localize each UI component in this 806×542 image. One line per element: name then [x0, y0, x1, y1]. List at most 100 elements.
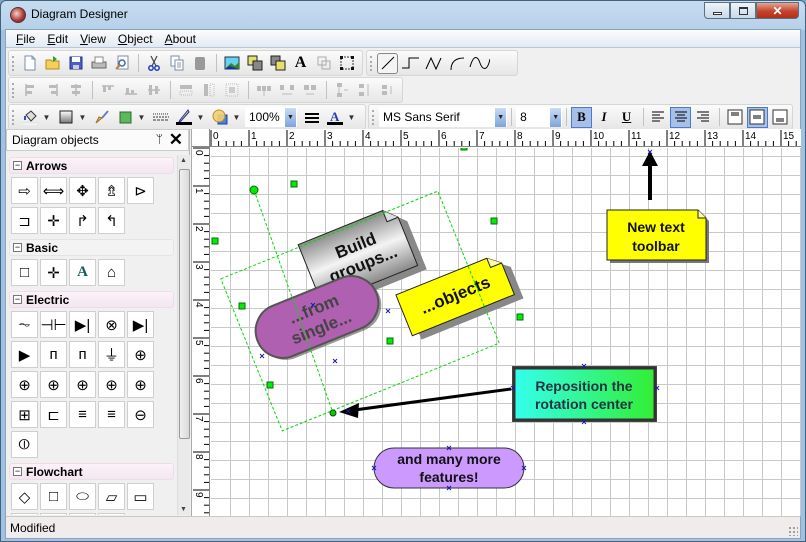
- copy-button[interactable]: [166, 53, 187, 74]
- space-vertical-button[interactable]: [331, 80, 352, 101]
- brush-button[interactable]: [91, 107, 112, 128]
- maximize-button[interactable]: [730, 2, 756, 19]
- line-style-button[interactable]: [150, 107, 171, 128]
- bold-button[interactable]: B: [571, 106, 592, 128]
- font-color-button[interactable]: A: [324, 107, 345, 128]
- palette-item-arrows[interactable]: ✛: [40, 207, 67, 234]
- palette-item-flowchart[interactable]: □: [40, 483, 67, 510]
- palette-item-electric[interactable]: ⏚: [98, 341, 125, 368]
- rotation-center-handle[interactable]: [329, 409, 337, 417]
- palette-item-electric[interactable]: ⦶: [11, 431, 38, 458]
- cut-button[interactable]: [143, 53, 164, 74]
- text-align-right-button[interactable]: [693, 107, 714, 128]
- menu-view[interactable]: View: [74, 30, 112, 47]
- palette-item-electric[interactable]: ⊞: [11, 401, 38, 428]
- text-align-center-button[interactable]: [670, 106, 691, 128]
- palette-item-electric[interactable]: ⊗: [98, 311, 125, 338]
- palette-item-flowchart[interactable]: ◇: [11, 483, 38, 510]
- category-flowchart[interactable]: − Flowchart: [9, 463, 174, 480]
- same-size-button[interactable]: [221, 80, 242, 101]
- space-vertical-increase-button[interactable]: [354, 80, 375, 101]
- font-size-combo[interactable]: 8 ▼: [516, 107, 563, 127]
- same-height-button[interactable]: [198, 80, 219, 101]
- palette-item-electric[interactable]: ⊕: [69, 371, 96, 398]
- palette-item-basic[interactable]: □: [11, 259, 38, 286]
- palette-item-electric[interactable]: ≡: [98, 401, 125, 428]
- palette-item-arrows[interactable]: ↱: [69, 207, 96, 234]
- palette-item-electric[interactable]: ⊕: [11, 371, 38, 398]
- panel-close-icon[interactable]: ✕: [169, 130, 183, 150]
- arrow-to-rotation-center[interactable]: [346, 387, 512, 413]
- menu-about[interactable]: About: [159, 30, 202, 47]
- ungroup-button[interactable]: [313, 53, 334, 74]
- toolbar-grip[interactable]: [12, 56, 14, 71]
- gradient-button[interactable]: [55, 107, 76, 128]
- arc-line-button[interactable]: [446, 53, 467, 74]
- line-color-button[interactable]: [173, 107, 194, 128]
- palette-item-electric[interactable]: ⊕: [98, 371, 125, 398]
- category-basic[interactable]: − Basic: [9, 239, 174, 256]
- palette-item-electric[interactable]: ⊕: [127, 341, 154, 368]
- gradient-dropdown[interactable]: ▼: [78, 113, 87, 122]
- fill-color-button[interactable]: [19, 107, 40, 128]
- palette-item-electric[interactable]: ▶|: [127, 311, 154, 338]
- app-icon[interactable]: [10, 7, 26, 23]
- toolbar-grip[interactable]: [372, 110, 374, 125]
- palette-item-flowchart[interactable]: ◸: [40, 513, 67, 515]
- palette-item-electric[interactable]: ᴨ: [40, 341, 67, 368]
- palette-item-flowchart[interactable]: ⏢: [11, 513, 38, 515]
- shadow-button[interactable]: [114, 107, 135, 128]
- category-electric[interactable]: − Electric: [9, 291, 174, 308]
- many-more-shape[interactable]: and many more features!: [373, 447, 525, 489]
- toolbar-grip[interactable]: [370, 56, 372, 71]
- palette-scrollbar[interactable]: ▲ ▼: [177, 155, 190, 515]
- palette-item-basic[interactable]: ✛: [40, 259, 67, 286]
- palette-item-electric[interactable]: ⏦: [11, 311, 38, 338]
- pin-icon[interactable]: ᛘ: [156, 132, 163, 146]
- font-size-dropdown-arrow[interactable]: ▼: [550, 108, 562, 127]
- menu-file[interactable]: File: [10, 30, 41, 47]
- space-horizontal-decrease-button[interactable]: [299, 80, 320, 101]
- align-left-button[interactable]: [19, 80, 40, 101]
- align-right-button[interactable]: [42, 80, 63, 101]
- straight-line-button[interactable]: [377, 52, 398, 74]
- new-text-toolbar-note[interactable]: New text toolbar: [606, 209, 709, 263]
- palette-item-arrows[interactable]: ⇨: [11, 177, 38, 204]
- minimize-button[interactable]: [704, 2, 730, 19]
- scroll-down-icon[interactable]: ▼: [180, 506, 187, 513]
- collapse-icon[interactable]: −: [13, 467, 22, 476]
- menu-edit[interactable]: Edit: [41, 30, 74, 47]
- palette-item-electric[interactable]: ⊖: [127, 401, 154, 428]
- curve-line-button[interactable]: [469, 53, 490, 74]
- collapse-icon[interactable]: −: [13, 161, 22, 170]
- vertical-ruler[interactable]: 0 1 2 3 4 5 6 7 8 9: [192, 147, 210, 516]
- save-button[interactable]: [65, 53, 86, 74]
- underline-button[interactable]: U: [616, 107, 637, 128]
- insert-image-button[interactable]: [221, 53, 242, 74]
- bring-to-front-button[interactable]: [244, 53, 265, 74]
- print-preview-button[interactable]: [111, 53, 132, 74]
- align-top-button[interactable]: [97, 80, 118, 101]
- zigzag-line-button[interactable]: [423, 53, 444, 74]
- collapse-icon[interactable]: −: [13, 243, 22, 252]
- valign-middle-button[interactable]: [746, 106, 768, 128]
- line-width-button[interactable]: [301, 107, 322, 128]
- reposition-shape[interactable]: Reposition the rotation center: [512, 366, 657, 422]
- palette-item-arrows[interactable]: ⇯: [98, 177, 125, 204]
- palette-item-electric[interactable]: ⊏: [40, 401, 67, 428]
- menu-object[interactable]: Object: [112, 30, 159, 47]
- text-align-left-button[interactable]: [648, 107, 669, 128]
- collapse-icon[interactable]: −: [13, 295, 22, 304]
- same-width-button[interactable]: [175, 80, 196, 101]
- space-horizontal-increase-button[interactable]: [276, 80, 297, 101]
- shape-color-button[interactable]: [209, 107, 230, 128]
- close-button[interactable]: ✕: [756, 2, 799, 19]
- space-vertical-decrease-button[interactable]: [377, 80, 398, 101]
- palette-item-basic[interactable]: A: [69, 259, 96, 286]
- font-name-dropdown-arrow[interactable]: ▼: [495, 108, 507, 127]
- palette-item-electric[interactable]: ▶|: [69, 311, 96, 338]
- new-button[interactable]: [19, 53, 40, 74]
- palette-item-flowchart[interactable]: ⌓: [98, 513, 125, 515]
- palette-item-arrows[interactable]: ⊐: [11, 207, 38, 234]
- palette-item-arrows[interactable]: ⟺: [40, 177, 67, 204]
